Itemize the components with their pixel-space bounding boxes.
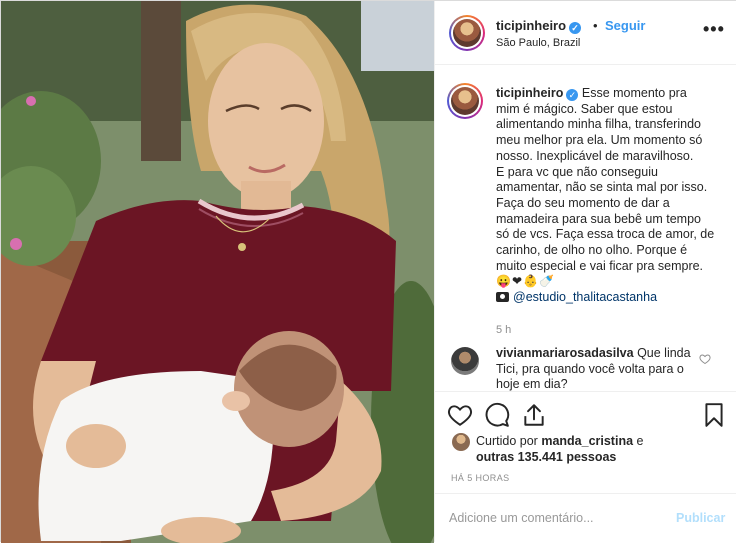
author-avatar[interactable] — [449, 15, 485, 51]
share-icon[interactable] — [521, 402, 547, 428]
publish-button[interactable]: Publicar — [676, 511, 725, 525]
caption-line: alimentando minha filha, transferindo — [496, 117, 701, 132]
likes-count[interactable]: outras 135.441 pessoas — [476, 450, 616, 464]
post-header: ticipinheiro ✓ • Seguir São Paulo, Brazil… — [435, 1, 736, 65]
author-username-text[interactable]: ticipinheiro — [496, 18, 566, 33]
camera-icon — [496, 292, 509, 303]
bookmark-icon[interactable] — [701, 402, 727, 428]
location-link[interactable]: São Paulo, Brazil — [496, 37, 580, 49]
comment-like-heart-icon[interactable] — [699, 353, 711, 365]
post-caption: ticipinheiro ✓ Esse momento pra mim é mág… — [496, 86, 724, 306]
likes-prefix: Curtido por — [476, 434, 538, 448]
caption-emojis: 😛❤👶🍼 — [496, 274, 555, 289]
post-photo-illustration — [1, 1, 434, 543]
caption-author-avatar[interactable] — [447, 83, 483, 119]
liker-avatar[interactable] — [452, 433, 470, 451]
follow-button[interactable]: Seguir — [605, 18, 645, 33]
likes-connector: e — [636, 434, 644, 448]
likes-summary[interactable]: Curtido por manda_cristina e outras 135.… — [476, 433, 706, 465]
commenter-avatar[interactable] — [451, 347, 479, 375]
post-photo[interactable] — [1, 1, 434, 543]
liker-username[interactable]: manda_cristina — [541, 434, 633, 448]
comment-icon[interactable] — [484, 402, 510, 428]
add-comment-bar: Publicar — [435, 493, 736, 542]
heart-icon[interactable] — [447, 402, 473, 428]
more-options-icon[interactable]: ••• — [703, 19, 725, 40]
comments-section[interactable]: ticipinheiro ✓ Esse momento pra mim é mág… — [435, 66, 736, 391]
verified-badge-icon: ✓ — [566, 89, 579, 101]
caption-line: E para vc que não conseguiu — [496, 164, 658, 179]
instagram-post-modal: ticipinheiro ✓ • Seguir São Paulo, Brazil… — [0, 0, 736, 543]
caption-line: mim é mágico. Saber que estou — [496, 101, 673, 116]
caption-time: 5 h — [496, 324, 512, 336]
caption-line: amamentar, não se sinta mal por isso. — [496, 180, 708, 195]
caption-line: Faça do seu momento de dar a — [496, 195, 670, 210]
post-timestamp[interactable]: HÁ 5 HORAS — [451, 473, 510, 483]
caption-line: só de vcs. Faça essa troca de amor, de — [496, 227, 715, 242]
caption-username[interactable]: ticipinheiro — [496, 86, 563, 100]
caption-line: mamadeira para sua bebê um tempo — [496, 211, 701, 226]
caption-line: carinho, de olho no olho. Porque é — [496, 243, 688, 258]
caption-line: Esse momento pra — [581, 86, 687, 100]
photographer-mention-link[interactable]: @estudio_thalitacastanha — [513, 290, 657, 304]
verified-badge-icon: ✓ — [569, 22, 582, 34]
commenter-username[interactable]: vivianmariarosadasilva — [496, 346, 634, 360]
caption-line: muito especial e vai ficar pra sempre. — [496, 258, 704, 273]
post-actions: Curtido por manda_cristina e outras 135.… — [435, 391, 736, 541]
caption-line: nosso. Inexplicável de maravilhoso. — [496, 148, 694, 163]
author-username[interactable]: ticipinheiro ✓ — [496, 18, 582, 34]
header-separator-dot: • — [593, 18, 598, 33]
post-side-panel: ticipinheiro ✓ • Seguir São Paulo, Brazil… — [434, 1, 736, 542]
caption-line: meu melhor pra ela. Um momento só — [496, 133, 703, 148]
comment-item: vivianmariarosadasilva Que linda Tici, p… — [496, 346, 696, 391]
comment-input[interactable] — [449, 508, 659, 528]
